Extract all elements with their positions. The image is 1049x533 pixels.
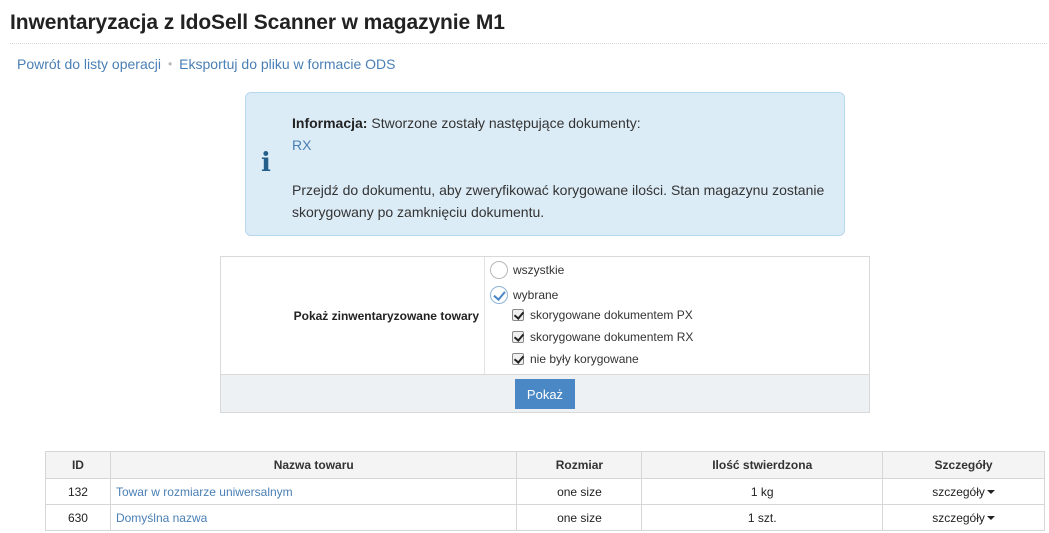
product-name-link[interactable]: Towar w rozmiarze uniwersalnym	[116, 485, 293, 499]
caret-down-icon	[986, 516, 995, 521]
filter-footer: Pokaż	[221, 374, 869, 412]
cell-size: one size	[516, 504, 643, 531]
checkbox-rx-box[interactable]	[512, 331, 524, 343]
info-message-box: i Informacja: Stworzone zostały następuj…	[245, 92, 845, 236]
inventory-items-table: ID Nazwa towaru Rozmiar Ilość stwierdzon…	[45, 451, 1045, 531]
caret-down-icon	[986, 490, 995, 495]
cell-id: 630	[45, 504, 111, 531]
cell-quantity: 1 kg	[641, 478, 884, 505]
checkbox-px[interactable]: skorygowane dokumentem PX	[512, 308, 693, 322]
filter-options: wszystkie wybrane skorygowane dokumentem…	[487, 257, 867, 374]
radio-selected-label: wybrane	[513, 288, 559, 302]
checkbox-not-corrected-label: nie były korygowane	[530, 352, 639, 366]
column-header-quantity: Ilość stwierdzona	[641, 451, 884, 479]
radio-all-button[interactable]	[490, 261, 508, 279]
checkbox-not-corrected[interactable]: nie były korygowane	[512, 352, 639, 366]
breadcrumb: Powrót do listy operacji • Eksportuj do …	[17, 56, 395, 72]
column-header-id: ID	[45, 451, 111, 479]
table-header-row: ID Nazwa towaru Rozmiar Ilość stwierdzon…	[45, 451, 1045, 479]
column-header-details: Szczegóły	[882, 451, 1045, 479]
cell-details: szczegóły	[882, 478, 1045, 505]
info-first-line: Informacja: Stworzone zostały następując…	[292, 112, 832, 134]
info-heading: Informacja:	[292, 115, 368, 131]
cell-quantity: 1 szt.	[641, 504, 884, 531]
page-title: Inwentaryzacja z IdoSell Scanner w magaz…	[10, 11, 505, 34]
table-row: 132 Towar w rozmiarze uniwersalnym one s…	[45, 478, 1045, 505]
cell-name: Towar w rozmiarze uniwersalnym	[109, 478, 518, 505]
radio-all-label: wszystkie	[513, 263, 565, 277]
radio-all[interactable]: wszystkie	[490, 261, 564, 279]
info-intro: Stworzone zostały następujące dokumenty:	[367, 115, 641, 131]
column-header-name: Nazwa towaru	[109, 451, 518, 479]
cell-size: one size	[516, 478, 643, 505]
checkbox-px-label: skorygowane dokumentem PX	[530, 308, 693, 322]
back-to-operations-link[interactable]: Powrót do listy operacji	[17, 56, 161, 72]
checkbox-not-corrected-box[interactable]	[512, 353, 524, 365]
checkbox-px-box[interactable]	[512, 309, 524, 321]
breadcrumb-separator: •	[167, 57, 173, 71]
filter-row: Pokaż zinwentaryzowane towary wszystkie …	[221, 257, 869, 374]
info-text: Informacja: Stworzone zostały następując…	[292, 112, 832, 223]
radio-selected-button[interactable]	[490, 286, 508, 304]
details-dropdown[interactable]: szczegóły	[932, 485, 995, 499]
info-icon: i	[261, 148, 271, 178]
cell-name: Domyślna nazwa	[109, 504, 518, 531]
details-label: szczegóły	[932, 484, 985, 499]
checkbox-rx-label: skorygowane dokumentem RX	[530, 330, 694, 344]
radio-selected[interactable]: wybrane	[490, 286, 558, 304]
filter-label: Pokaż zinwentaryzowane towary	[221, 257, 485, 374]
details-dropdown[interactable]: szczegóły	[932, 511, 995, 525]
title-divider	[10, 43, 1047, 44]
details-label: szczegóły	[932, 510, 985, 525]
column-header-size: Rozmiar	[516, 451, 643, 479]
created-document-link[interactable]: RX	[292, 137, 311, 153]
export-ods-link[interactable]: Eksportuj do pliku w formacie ODS	[179, 56, 395, 72]
cell-id: 132	[45, 478, 111, 505]
checkbox-rx[interactable]: skorygowane dokumentem RX	[512, 330, 693, 344]
product-name-link[interactable]: Domyślna nazwa	[116, 511, 207, 525]
info-message: Przejdź do dokumentu, aby zweryfikować k…	[292, 182, 825, 220]
show-button[interactable]: Pokaż	[515, 379, 575, 409]
inventory-filter-form: Pokaż zinwentaryzowane towary wszystkie …	[220, 256, 870, 413]
table-row: 630 Domyślna nazwa one size 1 szt. szcze…	[45, 504, 1045, 531]
cell-details: szczegóły	[882, 504, 1045, 531]
